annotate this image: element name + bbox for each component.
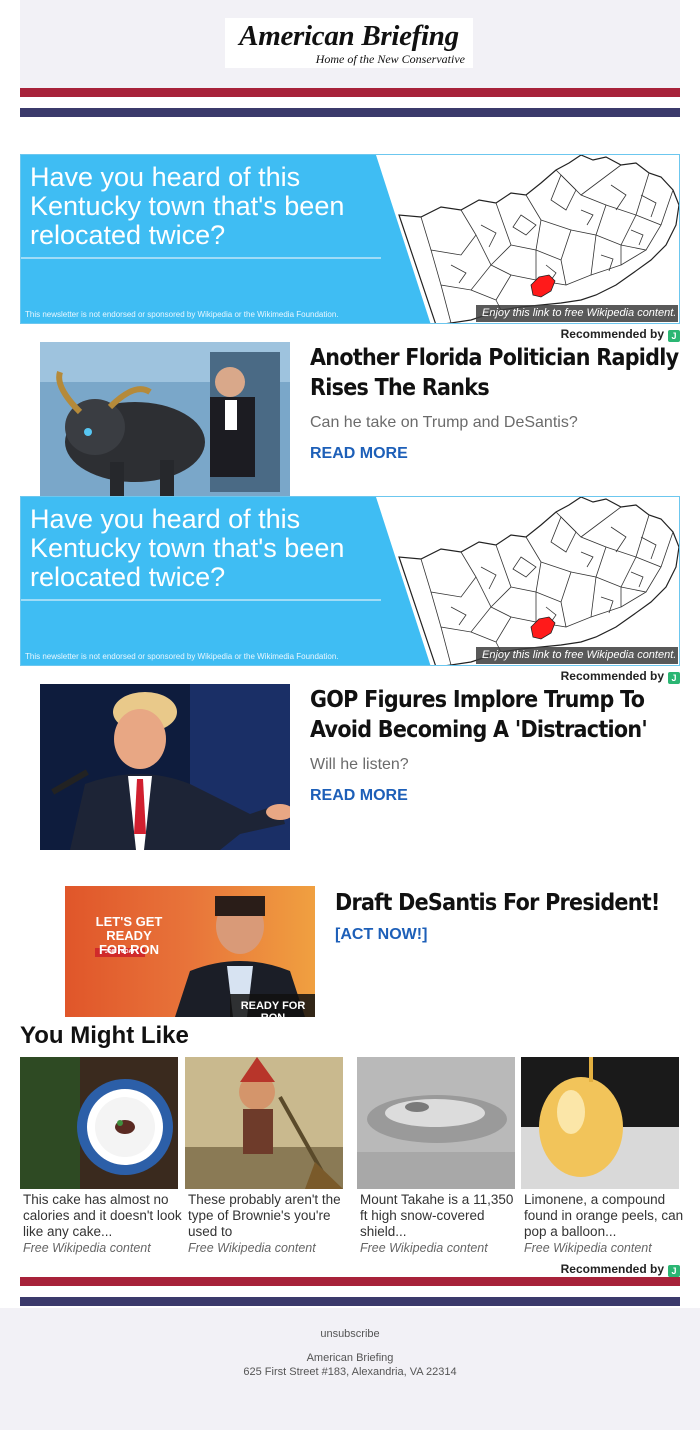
recommendation-card[interactable]: This cake has almost no calories and it … — [20, 1057, 183, 1255]
divider-navy — [20, 1297, 680, 1306]
article-title[interactable]: GOP Figures Implore Trump To Avoid Becom… — [310, 685, 688, 745]
article-thumbnail[interactable] — [40, 684, 290, 850]
ad-headline[interactable]: Have you heard of this Kentucky town tha… — [30, 505, 390, 592]
card-text[interactable]: Mount Takahe is a 11,350 ft high snow-co… — [360, 1192, 520, 1240]
article-thumbnail[interactable] — [40, 342, 290, 496]
unsubscribe-link[interactable]: unsubscribe — [320, 1328, 379, 1340]
recommended-by-label[interactable]: Recommended by J — [20, 327, 680, 342]
recommended-text: Recommended by — [560, 669, 664, 683]
card-text[interactable]: These probably aren't the type of Browni… — [188, 1192, 348, 1240]
act-now-link[interactable]: [ACT NOW!] — [335, 926, 427, 944]
card-source: Free Wikipedia content — [524, 1241, 652, 1255]
ad-headline[interactable]: Have you heard of this Kentucky town tha… — [30, 163, 390, 250]
brownie-illustration-icon — [185, 1057, 343, 1189]
you-might-like-heading: You Might Like — [20, 1022, 189, 1049]
card-source: Free Wikipedia content — [188, 1241, 316, 1255]
jeeng-logo-icon: J — [668, 1265, 680, 1277]
mountain-photo-icon — [357, 1057, 515, 1189]
recommended-text: Recommended by — [560, 1262, 664, 1276]
wiki-ad-banner[interactable]: Have you heard of this Kentucky town tha… — [20, 154, 680, 324]
footer-company: American Briefing — [306, 1352, 394, 1364]
card-text[interactable]: This cake has almost no calories and it … — [23, 1192, 183, 1240]
recommended-by-label[interactable]: Recommended by J — [20, 669, 680, 684]
card-source: Free Wikipedia content — [360, 1241, 488, 1255]
recommendation-card[interactable]: Mount Takahe is a 11,350 ft high snow-co… — [357, 1057, 520, 1255]
plate-photo-icon — [20, 1057, 178, 1189]
jeeng-logo-icon: J — [668, 330, 680, 342]
balloon-photo-icon — [521, 1057, 679, 1189]
promo-image[interactable]: LET'S GET READY FOR RON JOIN TODAY READY… — [65, 886, 315, 1017]
card-source: Free Wikipedia content — [23, 1241, 151, 1255]
speaker-photo-icon — [40, 684, 290, 850]
promo-title[interactable]: Draft DeSantis For President! — [335, 888, 700, 918]
bull-statue-photo-icon — [40, 342, 290, 496]
promo-image-line: LET'S GET READY — [95, 914, 163, 943]
read-more-link[interactable]: READ MORE — [310, 445, 408, 463]
brand-tagline: Home of the New Conservative — [315, 52, 465, 66]
ad-caption: Enjoy this link to free Wikipedia conten… — [476, 305, 678, 322]
unsubscribe-row: unsubscribe — [0, 1328, 700, 1340]
ad-caption: Enjoy this link to free Wikipedia conten… — [476, 647, 678, 664]
brand-logo[interactable]: American Briefing Home of the New Conser… — [225, 18, 473, 68]
ad-disclaimer: This newsletter is not endorsed or spons… — [25, 310, 339, 319]
divider-red — [20, 88, 680, 97]
footer-address: 625 First Street #183, Alexandria, VA 22… — [243, 1366, 457, 1378]
article-subtitle: Will he listen? — [310, 756, 409, 773]
wiki-ad-banner[interactable]: Have you heard of this Kentucky town tha… — [20, 496, 680, 666]
card-text[interactable]: Limonene, a compound found in orange pee… — [524, 1192, 684, 1240]
ad-disclaimer: This newsletter is not endorsed or spons… — [25, 652, 339, 661]
read-more-link[interactable]: READ MORE — [310, 787, 408, 805]
recommendation-card[interactable]: Limonene, a compound found in orange pee… — [521, 1057, 684, 1255]
divider-red — [20, 1277, 680, 1286]
promo-image-button: JOIN TODAY — [104, 949, 135, 955]
brand-name: American Briefing — [239, 20, 459, 52]
promo-image-badge: READY FOR RON — [240, 1000, 306, 1017]
recommendation-card[interactable]: These probably aren't the type of Browni… — [185, 1057, 348, 1255]
recommended-text: Recommended by — [560, 327, 664, 341]
article-title[interactable]: Another Florida Politician Rapidly Rises… — [310, 343, 688, 403]
jeeng-logo-icon: J — [668, 672, 680, 684]
article-subtitle: Can he take on Trump and DeSantis? — [310, 414, 578, 431]
divider-navy — [20, 108, 680, 117]
recommended-by-label[interactable]: Recommended by J — [20, 1262, 680, 1277]
